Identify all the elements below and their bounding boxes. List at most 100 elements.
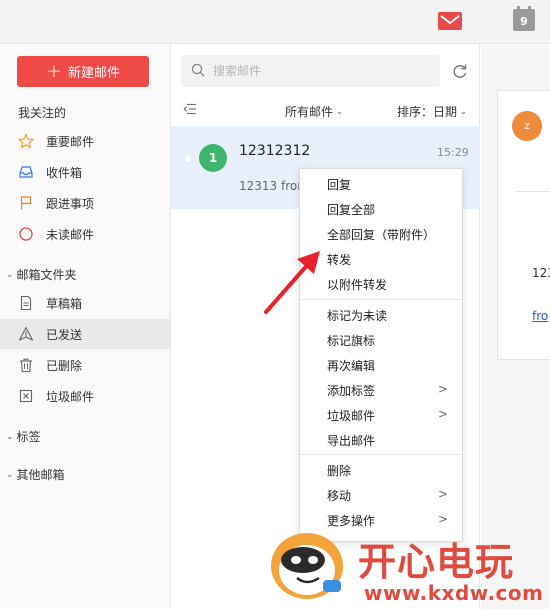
reading-pane: z 123 fro xyxy=(481,45,550,609)
collapse-icon[interactable] xyxy=(183,103,197,118)
sidebar-item-inbox[interactable]: 收件箱 xyxy=(0,157,170,187)
sidebar-item-unread[interactable]: 未读邮件 xyxy=(0,219,170,249)
mailbox-folder-toggle[interactable]: ⌄ 邮箱文件夹 xyxy=(6,266,77,283)
mail-body-text: 123 xyxy=(532,266,550,280)
menu-item-label: 回复 xyxy=(327,177,352,192)
filter-label: 所有邮件 xyxy=(285,105,334,119)
plus-icon: + xyxy=(46,60,62,82)
menu-item-label: 移动 xyxy=(327,488,352,503)
context-menu: 回复 回复全部 全部回复（带附件） 转发 以附件转发 标记为未读 标记旗标 再次… xyxy=(299,168,463,542)
menu-item-label: 以附件转发 xyxy=(327,277,388,292)
sidebar-item-label: 未读邮件 xyxy=(46,227,95,242)
sidebar-item-followup[interactable]: 跟进事项 xyxy=(0,188,170,218)
menu-separator xyxy=(300,454,462,455)
flag-icon xyxy=(18,195,34,211)
trash-icon xyxy=(18,357,34,373)
sidebar-item-label: 跟进事项 xyxy=(46,196,95,211)
new-mail-label: 新建邮件 xyxy=(67,66,120,81)
watermark-logo-icon xyxy=(271,533,343,599)
sender-avatar: z xyxy=(512,111,542,141)
menu-item-edit-again[interactable]: 再次编辑 xyxy=(300,353,462,377)
sidebar-item-spam[interactable]: 垃圾邮件 xyxy=(0,381,170,411)
mail-time: 15:29 xyxy=(437,146,469,159)
other-mailbox-title: 其他邮箱 xyxy=(16,468,65,482)
sort-label: 排序：日期 xyxy=(397,105,458,119)
circle-icon xyxy=(18,226,34,242)
unread-dot xyxy=(185,156,191,162)
chevron-down-icon: ⌄ xyxy=(6,269,14,280)
draft-icon xyxy=(18,295,34,311)
star-icon xyxy=(18,133,34,149)
menu-item-reply-all[interactable]: 回复全部 xyxy=(300,197,462,221)
sidebar-item-important[interactable]: 重要邮件 xyxy=(0,126,170,156)
mail-subject: 12312312 xyxy=(239,143,311,159)
menu-item-label: 导出邮件 xyxy=(327,433,376,448)
search-input[interactable] xyxy=(213,64,413,78)
divider xyxy=(516,191,550,192)
menu-item-move[interactable]: 移动 > xyxy=(300,483,462,507)
sidebar-item-label: 已发送 xyxy=(46,327,83,342)
refresh-icon[interactable] xyxy=(451,62,469,80)
chevron-down-icon: ⌄ xyxy=(6,431,14,442)
mail-body-link[interactable]: fro xyxy=(532,309,548,323)
chevron-down-icon: ⌄ xyxy=(460,107,467,116)
menu-item-add-tag[interactable]: 添加标签 > xyxy=(300,378,462,402)
sidebar-item-label: 重要邮件 xyxy=(46,134,95,149)
filter-dropdown[interactable]: 所有邮件 ⌄ xyxy=(285,103,343,120)
menu-item-export[interactable]: 导出邮件 xyxy=(300,428,462,452)
chevron-right-icon: > xyxy=(438,382,449,396)
watermark-title: 开心电玩 xyxy=(358,540,515,584)
calendar-icon[interactable]: 9 xyxy=(513,6,535,31)
menu-separator xyxy=(300,299,462,300)
sent-icon xyxy=(18,326,34,342)
menu-item-label: 转发 xyxy=(327,252,352,267)
sidebar-item-sent[interactable]: 已发送 xyxy=(0,319,170,349)
avatar: 1 xyxy=(199,144,227,172)
list-toolbar: 所有邮件 ⌄ 排序：日期 ⌄ xyxy=(171,99,480,121)
followed-section-title: 我关注的 xyxy=(18,106,67,120)
chevron-down-icon: ⌄ xyxy=(336,107,343,116)
sidebar: + 新建邮件 我关注的 重要邮件 收件箱 跟进事项 未读邮件 ⌄ 邮箱文件夹 草… xyxy=(0,45,171,609)
annotation-arrow-icon xyxy=(264,251,320,314)
tags-title: 标签 xyxy=(16,430,41,444)
spam-icon xyxy=(18,388,34,404)
chevron-right-icon: > xyxy=(438,407,449,421)
menu-item-label: 垃圾邮件 xyxy=(327,408,376,423)
top-bar: 9 xyxy=(0,0,550,44)
mail-detail-card: z 123 fro xyxy=(497,90,550,360)
watermark-url: www.kxdw.com xyxy=(364,581,544,605)
menu-item-reply[interactable]: 回复 xyxy=(300,172,462,196)
menu-item-flag[interactable]: 标记旗标 xyxy=(300,328,462,352)
menu-item-label: 标记旗标 xyxy=(327,333,376,348)
mailbox-folder-title: 邮箱文件夹 xyxy=(16,268,77,282)
menu-item-label: 回复全部 xyxy=(327,202,376,217)
menu-item-label: 标记为未读 xyxy=(327,308,388,323)
search-icon xyxy=(191,63,205,80)
menu-item-spam[interactable]: 垃圾邮件 > xyxy=(300,403,462,427)
search-box xyxy=(181,55,440,87)
chevron-right-icon: > xyxy=(438,487,449,501)
sidebar-item-label: 已删除 xyxy=(46,358,83,373)
sort-dropdown[interactable]: 排序：日期 ⌄ xyxy=(397,103,467,120)
sidebar-item-label: 垃圾邮件 xyxy=(46,389,95,404)
chevron-down-icon: ⌄ xyxy=(6,469,14,480)
menu-item-label: 添加标签 xyxy=(327,383,376,398)
calendar-day: 9 xyxy=(520,15,528,28)
menu-item-reply-all-attachments[interactable]: 全部回复（带附件） xyxy=(300,222,462,246)
inbox-icon xyxy=(18,164,34,180)
chevron-right-icon: > xyxy=(438,512,449,526)
menu-item-mark-unread[interactable]: 标记为未读 xyxy=(300,303,462,327)
other-mailbox-toggle[interactable]: ⌄ 其他邮箱 xyxy=(6,466,65,483)
sidebar-item-label: 收件箱 xyxy=(46,165,83,180)
menu-item-label: 删除 xyxy=(327,463,352,478)
menu-item-delete[interactable]: 删除 xyxy=(300,458,462,482)
menu-item-label: 全部回复（带附件） xyxy=(327,227,436,242)
menu-item-forward-as-attachment[interactable]: 以附件转发 xyxy=(300,272,462,296)
mail-icon[interactable] xyxy=(438,12,462,30)
menu-item-forward[interactable]: 转发 xyxy=(300,247,462,271)
tags-toggle[interactable]: ⌄ 标签 xyxy=(6,428,41,445)
sidebar-item-drafts[interactable]: 草稿箱 xyxy=(0,288,170,318)
sidebar-item-deleted[interactable]: 已删除 xyxy=(0,350,170,380)
sidebar-item-label: 草稿箱 xyxy=(46,296,83,311)
new-mail-button[interactable]: + 新建邮件 xyxy=(17,56,149,87)
